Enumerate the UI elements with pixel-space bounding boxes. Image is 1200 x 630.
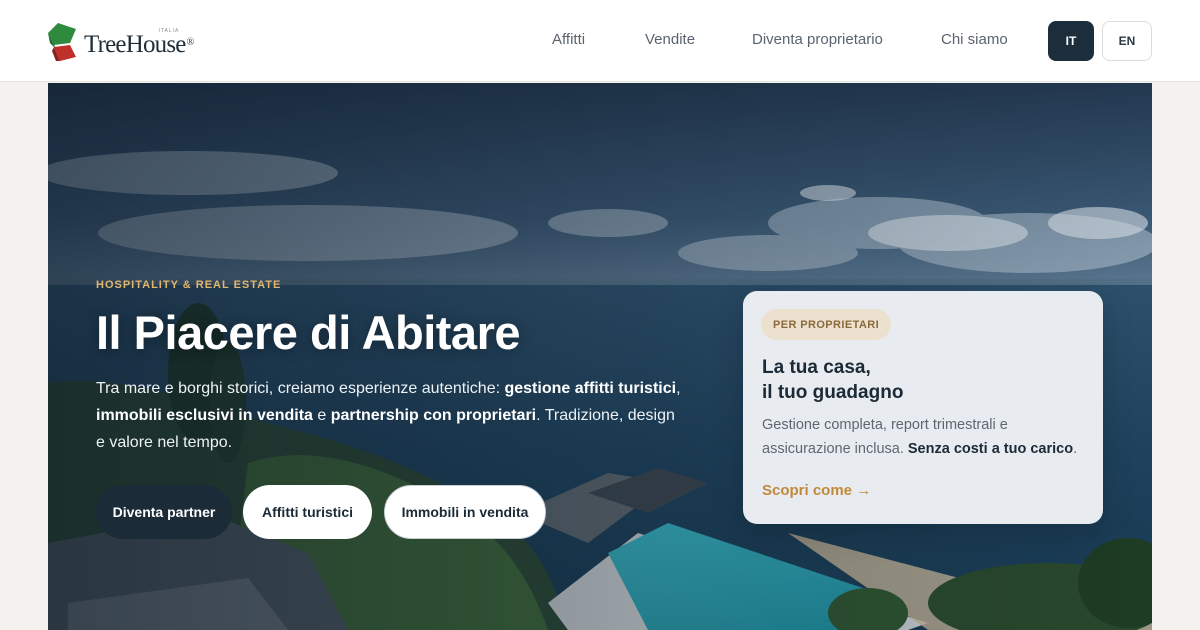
language-en-button[interactable]: EN [1102,21,1152,61]
scopri-come-link[interactable]: Scopri come → [762,482,871,499]
hero-title: Il Piacere di Abitare [96,306,521,359]
site-header: TreeHouse® ITALIA Affitti Vendite Diventa… [0,0,1200,82]
nav-item-vendite[interactable]: Vendite [645,31,695,48]
nav-item-diventa-proprietario[interactable]: Diventa proprietario [752,31,883,48]
desc-emphasis: partnership con proprietari [330,407,537,424]
nav-item-chi-siamo[interactable]: Chi siamo [941,31,1008,48]
desc-text: e [312,407,331,424]
desc-text: Tra mare e borghi storici, creiamo esper… [96,380,505,397]
owners-badge: PER PROPRIETARI [761,309,892,340]
owners-card-title: La tua casa, il tuo guadagno [762,355,1082,405]
hero-eyebrow: HOSPITALITY & REAL ESTATE [96,279,282,291]
immobili-in-vendita-button[interactable]: Immobili in vendita [384,485,546,539]
card-title-line: il tuo guadagno [762,382,904,403]
card-text-emphasis: Senza costi a tuo carico [907,441,1074,457]
card-title-line: La tua casa, [762,357,871,378]
desc-text: , [676,380,681,397]
card-text-end: . [1073,441,1078,457]
affitti-turistici-button[interactable]: Affitti turistici [243,485,372,539]
main-nav: Affitti Vendite Diventa proprietario Chi… [0,0,1200,82]
desc-emphasis: gestione affitti turistici [504,380,677,397]
desc-emphasis: immobili esclusivi in vendita [96,407,313,424]
diventa-partner-button[interactable]: Diventa partner [96,485,232,539]
nav-item-affitti[interactable]: Affitti [552,31,585,48]
language-it-button[interactable]: IT [1048,21,1094,61]
hero-section: HOSPITALITY & REAL ESTATE Il Piacere di … [48,83,1152,630]
owners-card-text: Gestione completa, report trimestrali e … [762,413,1092,461]
hero-description: Tra mare e borghi storici, creiamo esper… [96,375,686,456]
owners-card: PER PROPRIETARI La tua casa, il tuo guad… [743,291,1103,524]
